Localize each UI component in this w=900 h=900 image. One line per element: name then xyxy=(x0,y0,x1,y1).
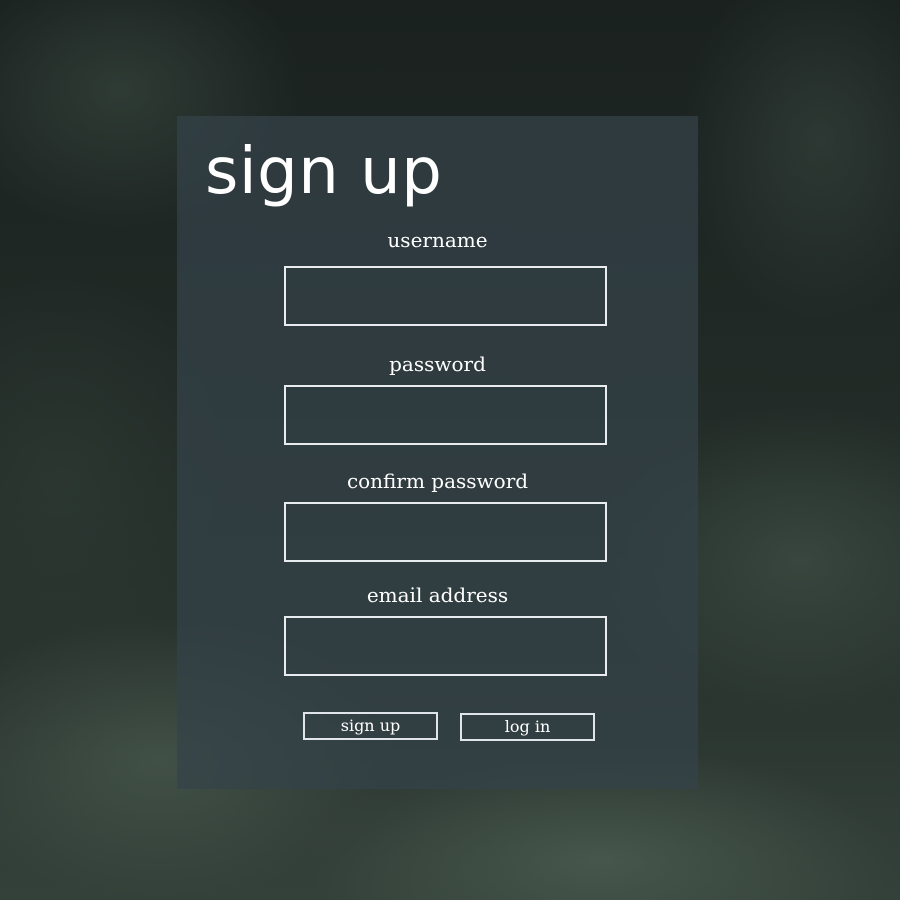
password-input[interactable] xyxy=(284,385,607,445)
email-label: email address xyxy=(366,583,509,607)
username-label: username xyxy=(387,228,488,252)
signup-panel: sign up username password confirm passwo… xyxy=(177,116,698,789)
page-title: sign up xyxy=(205,135,443,209)
confirm-password-label: confirm password xyxy=(346,469,529,493)
signup-button[interactable]: sign up xyxy=(303,712,438,740)
confirm-password-input[interactable] xyxy=(284,502,607,562)
login-button[interactable]: log in xyxy=(460,713,595,741)
email-input[interactable] xyxy=(284,616,607,676)
username-input[interactable] xyxy=(284,266,607,326)
password-label: password xyxy=(389,352,486,376)
